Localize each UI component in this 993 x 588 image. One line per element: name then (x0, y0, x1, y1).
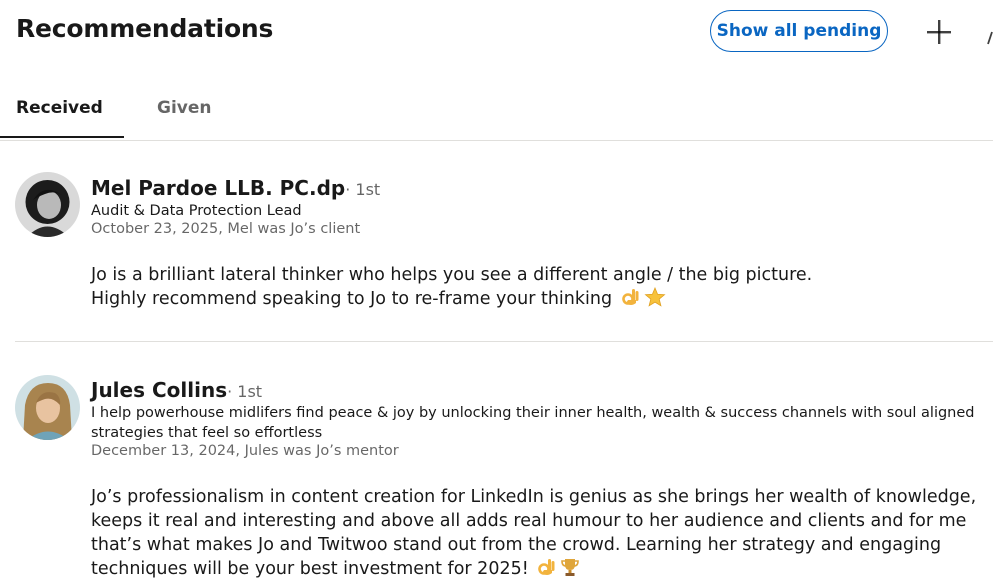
recommendation-text-line: Jo is a brilliant lateral thinker who he… (91, 265, 813, 285)
connection-degree: · 1st (345, 180, 381, 199)
star-icon (644, 286, 666, 314)
active-tab-indicator (0, 136, 124, 138)
tab-given[interactable]: Given (157, 78, 212, 138)
recommender-name-text: Mel Pardoe LLB. PC.dp (91, 176, 346, 200)
recommender-headline: Audit & Data Protection Lead (91, 203, 302, 219)
recommender-name[interactable]: Mel Pardoe LLB. PC.dp· 1st (91, 176, 380, 200)
trophy-icon (560, 557, 580, 584)
recommendation-meta: December 13, 2024, Jules was Jo’s mentor (91, 443, 399, 459)
ok-hand-icon (537, 557, 557, 584)
recommendation-text-line-with-emojis: Highly recommend speaking to Jo to re-fr… (91, 286, 987, 314)
recommender-name-text: Jules Collins (91, 378, 228, 402)
edit-icon[interactable] (986, 28, 993, 46)
page-title: Recommendations (16, 14, 274, 43)
show-all-pending-button[interactable]: Show all pending (710, 10, 888, 52)
recommendation-text-line: Highly recommend speaking to Jo to re-fr… (91, 289, 613, 309)
tab-received[interactable]: Received (0, 78, 124, 138)
recommendation-meta: October 23, 2025, Mel was Jo’s client (91, 221, 361, 237)
connection-degree: · 1st (227, 382, 263, 401)
ok-hand-icon (621, 287, 641, 314)
tab-bar: Received Given (0, 78, 993, 141)
recommender-name[interactable]: Jules Collins· 1st (91, 378, 262, 402)
header: Recommendations Show all pending (0, 0, 993, 64)
plus-icon[interactable] (922, 15, 956, 49)
recommendation-text-body: Jo’s professionalism in content creation… (91, 487, 977, 579)
divider (15, 341, 993, 342)
recommendation-text: Jo’s professionalism in content creation… (91, 485, 987, 584)
recommender-headline: I help powerhouse midlifers find peace &… (91, 405, 975, 441)
recommendation-text: Jo is a brilliant lateral thinker who he… (91, 263, 987, 314)
avatar[interactable] (15, 375, 80, 440)
avatar[interactable] (15, 172, 80, 237)
